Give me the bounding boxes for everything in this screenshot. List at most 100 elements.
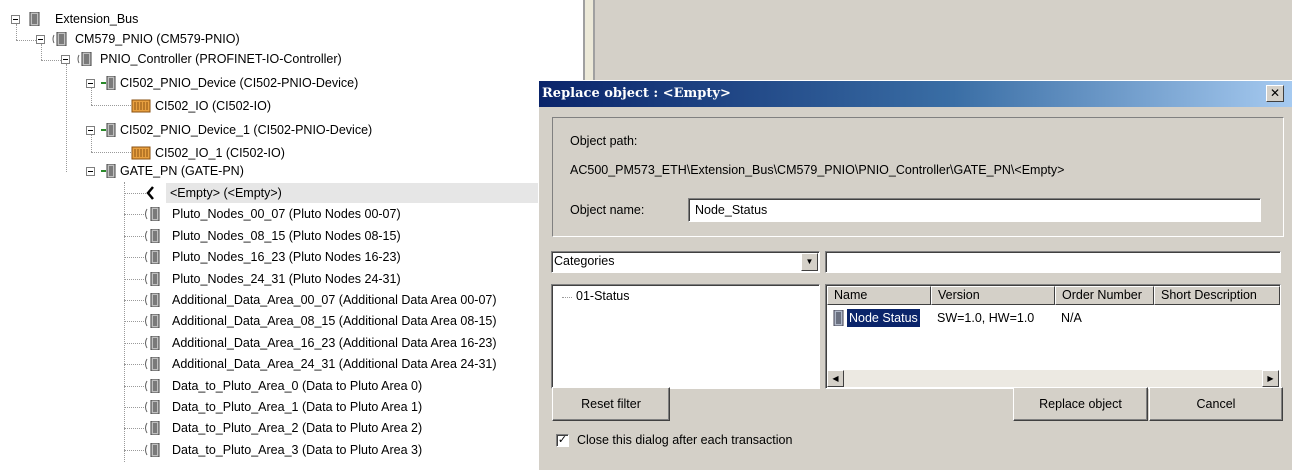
tree-node-pnio-controller[interactable]: PNIO_Controller (PROFINET-IO-Controller) <box>0 49 400 69</box>
tree-node-gate-child[interactable]: Data_to_Pluto_Area_2 (Data to Pluto Area… <box>0 418 580 438</box>
category-item-status[interactable]: 01-Status <box>576 289 630 303</box>
row-order-number-cell: N/A <box>1061 311 1082 325</box>
module-icon <box>145 400 160 414</box>
tree-label: CI502_PNIO_Device_1 (CI502-PNIO-Device) <box>120 123 373 137</box>
tree-node-gate-child[interactable]: Additional_Data_Area_24_31 (Additional D… <box>0 354 580 374</box>
tree-node-gate-pn[interactable]: GATE_PN (GATE-PN) <box>0 161 400 181</box>
tree-label: Data_to_Pluto_Area_3 (Data to Pluto Area… <box>172 442 423 457</box>
row-version-cell: SW=1.0, HW=1.0 <box>937 311 1035 325</box>
tree-label: Additional_Data_Area_08_15 (Additional D… <box>172 314 497 329</box>
module-icon <box>145 421 160 436</box>
module-icon <box>145 228 160 243</box>
category-tree[interactable]: 01-Status <box>551 284 820 389</box>
device-list[interactable]: Name Version Order Number Short Descript… <box>825 284 1281 389</box>
column-header-name[interactable]: Name <box>827 286 931 305</box>
tree-label: Pluto_Nodes_08_15 (Pluto Nodes 08-15) <box>172 228 401 243</box>
tree-node-gate-child[interactable]: Additional_Data_Area_16_23 (Additional D… <box>0 333 580 353</box>
bus-icon <box>29 12 40 26</box>
tree-node-cm579[interactable]: CM579_PNIO (CM579-PNIO) <box>0 29 300 49</box>
empty-slot-icon <box>146 186 154 200</box>
tree-node-gate-child[interactable]: Data_to_Pluto_Area_3 (Data to Pluto Area… <box>0 440 580 460</box>
io-module-icon <box>131 146 151 160</box>
tree-label: CI502_IO_1 (CI502-IO) <box>155 146 285 160</box>
module-icon <box>145 357 160 372</box>
module-icon <box>145 335 160 350</box>
tree-label: Additional_Data_Area_00_07 (Additional D… <box>172 293 497 307</box>
device-icon <box>101 76 116 90</box>
column-header-order-number[interactable]: Order Number <box>1055 286 1154 305</box>
module-icon <box>145 442 160 457</box>
dialog-title: Replace object : <Empty> <box>539 81 1292 107</box>
filter-input[interactable] <box>825 251 1281 273</box>
close-after-transaction-label: Close this dialog after each transaction <box>577 433 793 447</box>
scroll-left-icon[interactable]: ◀ <box>827 370 844 387</box>
tree-node-ci502-io[interactable]: CI502_IO (CI502-IO) <box>0 96 400 116</box>
tree-label: Data_to_Pluto_Area_0 (Data to Pluto Area… <box>172 378 423 393</box>
module-icon <box>145 207 160 222</box>
cancel-button[interactable]: Cancel <box>1149 387 1283 421</box>
categories-selected-value: Categories <box>554 254 615 268</box>
collapse-icon[interactable] <box>86 167 95 176</box>
tree-node-ci502-device[interactable]: CI502_PNIO_Device (CI502-PNIO-Device) <box>0 73 400 93</box>
tree-node-ci502-io-1[interactable]: CI502_IO_1 (CI502-IO) <box>0 143 400 163</box>
tree-node-gate-child[interactable]: Pluto_Nodes_00_07 (Pluto Nodes 00-07) <box>0 204 580 224</box>
tree-node-gate-child[interactable]: Additional_Data_Area_08_15 (Additional D… <box>0 311 580 331</box>
io-module-icon <box>131 99 151 113</box>
collapse-icon[interactable] <box>86 126 95 135</box>
project-tree: Extension_Bus CM579_PNIO (CM579-PNIO) PN… <box>0 0 580 470</box>
tree-node-extension-bus[interactable]: Extension_Bus <box>0 9 200 29</box>
categories-dropdown[interactable]: Categories ▼ <box>551 251 820 273</box>
device-icon <box>833 310 844 326</box>
replace-object-button[interactable]: Replace object <box>1013 387 1148 421</box>
dropdown-arrow-icon[interactable]: ▼ <box>801 253 818 271</box>
tree-label: GATE_PN (GATE-PN) <box>120 164 244 178</box>
tree-node-empty-slot[interactable]: <Empty> (<Empty>) <box>0 183 580 203</box>
tree-label: CI502_IO (CI502-IO) <box>155 99 272 113</box>
module-icon <box>145 378 160 393</box>
table-row[interactable]: Node Status SW=1.0, HW=1.0 N/A <box>827 308 1279 328</box>
object-path-label: Object path: <box>570 134 638 148</box>
object-name-label: Object name: <box>570 203 645 217</box>
module-icon <box>145 293 160 307</box>
reset-filter-button[interactable]: Reset filter <box>552 387 670 421</box>
tree-node-gate-child[interactable]: Pluto_Nodes_24_31 (Pluto Nodes 24-31) <box>0 269 580 289</box>
device-icon <box>101 164 116 178</box>
column-header-short-description[interactable]: Short Description <box>1154 286 1280 305</box>
tree-label: <Empty> (<Empty>) <box>166 183 580 203</box>
controller-icon <box>77 52 92 66</box>
close-icon[interactable]: ✕ <box>1266 85 1284 102</box>
tree-label: Pluto_Nodes_16_23 (Pluto Nodes 16-23) <box>172 250 401 265</box>
tree-label: Additional_Data_Area_16_23 (Additional D… <box>172 335 497 350</box>
object-path-value: AC500_PM573_ETH\Extension_Bus\CM579_PNIO… <box>570 163 1065 177</box>
module-icon <box>145 314 160 329</box>
object-name-input[interactable] <box>688 198 1261 222</box>
row-name-cell: Node Status <box>847 309 920 327</box>
tree-label: Extension_Bus <box>55 12 139 26</box>
tree-node-gate-child[interactable]: Additional_Data_Area_00_07 (Additional D… <box>0 290 580 310</box>
horizontal-scrollbar[interactable]: ◀ ▶ <box>827 370 1279 387</box>
collapse-icon[interactable] <box>86 79 95 88</box>
module-icon <box>145 250 160 265</box>
collapse-icon[interactable] <box>61 55 70 64</box>
tree-label: CI502_PNIO_Device (CI502-PNIO-Device) <box>120 76 359 90</box>
tree-label: Data_to_Pluto_Area_1 (Data to Pluto Area… <box>172 400 423 414</box>
module-icon <box>145 271 160 286</box>
close-after-transaction-checkbox[interactable]: ✓ <box>556 434 569 447</box>
column-header-version[interactable]: Version <box>931 286 1055 305</box>
device-icon <box>101 123 116 137</box>
tree-node-gate-child[interactable]: Data_to_Pluto_Area_1 (Data to Pluto Area… <box>0 397 580 417</box>
tree-label: PNIO_Controller (PROFINET-IO-Controller) <box>100 52 342 66</box>
tree-label: Pluto_Nodes_00_07 (Pluto Nodes 00-07) <box>172 207 401 222</box>
collapse-icon[interactable] <box>11 15 20 24</box>
tree-node-ci502-device-1[interactable]: CI502_PNIO_Device_1 (CI502-PNIO-Device) <box>0 120 400 140</box>
replace-object-dialog: Replace object : <Empty> ✕ Object path: … <box>538 80 1292 470</box>
tree-label: Additional_Data_Area_24_31 (Additional D… <box>172 357 497 372</box>
tree-node-gate-child[interactable]: Pluto_Nodes_16_23 (Pluto Nodes 16-23) <box>0 247 580 267</box>
tree-label: CM579_PNIO (CM579-PNIO) <box>75 32 240 46</box>
tree-node-gate-child[interactable]: Pluto_Nodes_08_15 (Pluto Nodes 08-15) <box>0 226 580 246</box>
scroll-right-icon[interactable]: ▶ <box>1262 370 1279 387</box>
tree-node-gate-child[interactable]: Data_to_Pluto_Area_0 (Data to Pluto Area… <box>0 376 580 396</box>
collapse-icon[interactable] <box>36 35 45 44</box>
tree-label: Pluto_Nodes_24_31 (Pluto Nodes 24-31) <box>172 271 401 286</box>
tree-label: Data_to_Pluto_Area_2 (Data to Pluto Area… <box>172 421 423 436</box>
